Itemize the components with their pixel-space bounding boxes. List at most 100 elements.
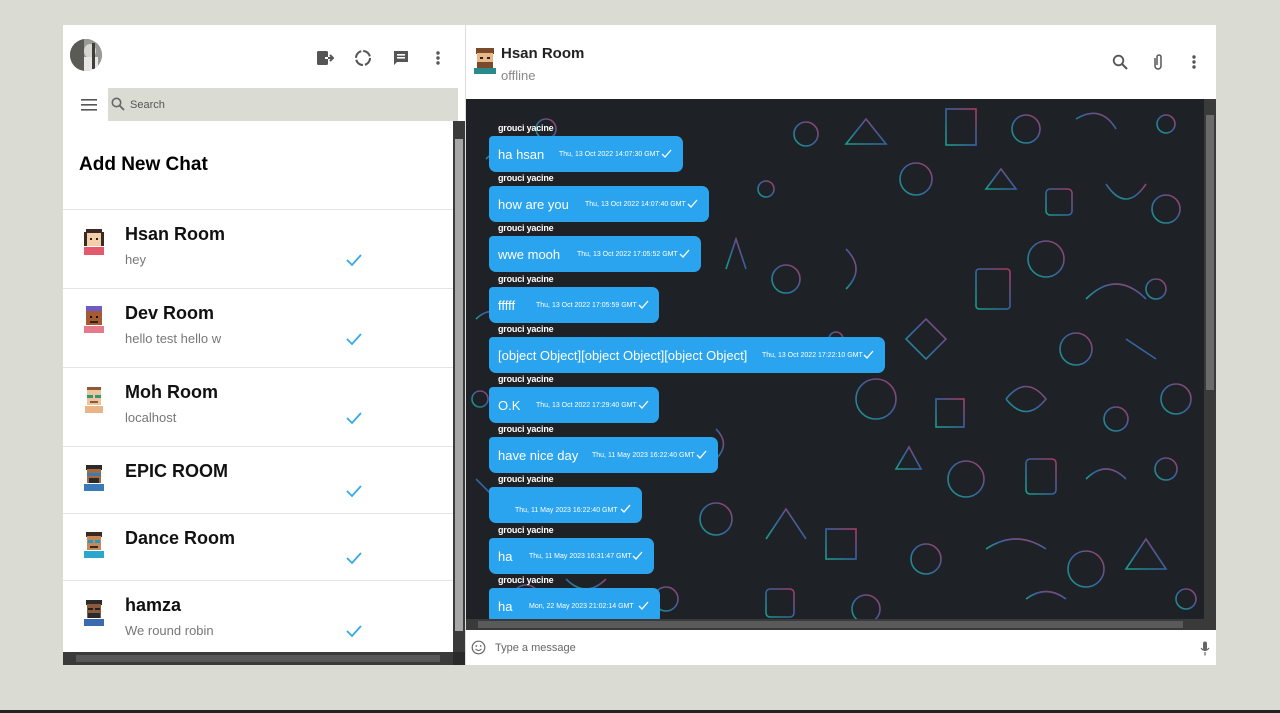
chat-item-moh-room[interactable]: Moh Room localhost <box>63 368 453 447</box>
message-bubble[interactable]: grouci yacine how are you Thu, 13 Oct 20… <box>489 173 709 222</box>
check-icon <box>346 625 362 638</box>
message-bubble[interactable]: grouci yacine Thu, 11 May 2023 16:22:40 … <box>489 474 642 523</box>
message-bubble[interactable]: grouci yacine ha hsan Thu, 13 Oct 2022 1… <box>489 123 683 172</box>
chat-item-dev-room[interactable]: Dev Room hello test hello w <box>63 289 453 368</box>
chat-body: grouci yacine ha hsan Thu, 13 Oct 2022 1… <box>466 99 1204 630</box>
chat-name: Dance Room <box>125 528 236 548</box>
message-time: Thu, 13 Oct 2022 17:22:10 GMT <box>762 352 863 359</box>
message-text: ha <box>498 549 513 564</box>
add-new-chat-button[interactable]: Add New Chat <box>63 121 453 210</box>
message-bubble[interactable]: grouci yacine O.K Thu, 13 Oct 2022 17:29… <box>489 374 659 423</box>
message-list: grouci yacine ha hsan Thu, 13 Oct 2022 1… <box>466 99 1204 630</box>
message-sender: grouci yacine <box>498 374 554 384</box>
user-avatar[interactable] <box>70 39 102 71</box>
message-bubble[interactable]: grouci yacine ha Thu, 11 May 2023 16:31:… <box>489 525 654 574</box>
message-bubble[interactable]: grouci yacine [object Object][object Obj… <box>489 324 885 373</box>
hamburger-menu-icon[interactable] <box>77 95 101 115</box>
chat-last-message: We round robin <box>125 623 214 638</box>
chat-item-hamza[interactable]: hamza We round robin <box>63 581 453 652</box>
message-time: Thu, 13 Oct 2022 14:07:30 GMT <box>559 151 660 158</box>
message-text: [object Object][object Object][object Ob… <box>498 348 748 363</box>
chat-last-message: hello test hello w <box>125 331 222 346</box>
chat-name: Hsan Room <box>125 224 226 244</box>
new-chat-icon[interactable] <box>390 47 412 69</box>
avatar <box>85 387 103 413</box>
message-input[interactable] <box>493 636 1177 660</box>
check-icon <box>346 552 362 565</box>
message-time: Thu, 13 Oct 2022 17:05:52 GMT <box>577 251 678 258</box>
message-text: fffff <box>498 298 516 313</box>
chat-item-dance-room[interactable]: Dance Room <box>63 514 453 581</box>
chat-vertical-scrollbar[interactable] <box>1204 99 1216 630</box>
attach-icon[interactable] <box>1147 51 1169 73</box>
room-name: Hsan Room <box>501 45 585 62</box>
message-bubble[interactable]: grouci yacine have nice day Thu, 11 May … <box>489 424 718 473</box>
message-text: have nice day <box>498 448 579 463</box>
sidebar: Add New Chat Hsan Room hey <box>63 25 466 665</box>
message-time: Thu, 13 Oct 2022 14:07:40 GMT <box>585 201 686 208</box>
avatar <box>84 600 104 626</box>
message-text: ha <box>498 599 513 614</box>
check-icon <box>638 300 649 309</box>
more-vert-icon[interactable] <box>427 47 449 69</box>
search-box <box>108 88 458 121</box>
status-icon[interactable] <box>352 47 374 69</box>
chat-name: EPIC ROOM <box>125 461 229 481</box>
message-sender: grouci yacine <box>498 474 554 484</box>
emoji-icon[interactable] <box>471 640 486 655</box>
chat-item-epic-room[interactable]: EPIC ROOM <box>63 447 453 514</box>
check-icon <box>696 450 707 459</box>
check-icon <box>687 199 698 208</box>
search-icon <box>111 97 125 111</box>
message-time: Thu, 13 Oct 2022 17:29:40 GMT <box>536 402 637 409</box>
message-text: how are you <box>498 197 569 212</box>
check-icon <box>346 333 362 346</box>
logout-icon[interactable] <box>314 47 336 69</box>
check-icon <box>632 551 643 560</box>
chat-horizontal-scrollbar[interactable] <box>466 619 1204 630</box>
avatar <box>84 306 104 333</box>
message-sender: grouci yacine <box>498 324 554 334</box>
message-text: wwe mooh <box>498 247 561 262</box>
message-time: Thu, 11 May 2023 16:22:40 GMT <box>592 452 695 459</box>
message-sender: grouci yacine <box>498 525 554 535</box>
message-sender: grouci yacine <box>498 173 554 183</box>
search-bar <box>63 88 458 121</box>
message-bubble[interactable]: grouci yacine wwe mooh Thu, 13 Oct 2022 … <box>489 223 701 272</box>
sidebar-header <box>63 25 465 88</box>
avatar <box>84 229 104 255</box>
check-icon <box>620 504 631 513</box>
check-icon <box>346 412 362 425</box>
chat-last-message: localhost <box>125 410 177 425</box>
sidebar-horizontal-scrollbar[interactable] <box>63 652 453 665</box>
message-sender: grouci yacine <box>498 575 554 585</box>
chat-name: Moh Room <box>125 382 218 402</box>
chat-last-message: hey <box>125 252 146 267</box>
room-avatar[interactable] <box>470 45 500 75</box>
check-icon <box>679 249 690 258</box>
message-sender: grouci yacine <box>498 223 554 233</box>
check-icon <box>661 149 672 158</box>
avatar <box>84 465 104 491</box>
chat-list: Add New Chat Hsan Room hey Dev Room hell… <box>63 121 453 652</box>
message-bubble[interactable]: grouci yacine fffff Thu, 13 Oct 2022 17:… <box>489 274 659 323</box>
message-time: Thu, 11 May 2023 16:22:40 GMT <box>515 507 618 514</box>
search-input[interactable] <box>128 95 452 115</box>
message-sender: grouci yacine <box>498 424 554 434</box>
chat-item-hsan-room[interactable]: Hsan Room hey <box>63 210 453 289</box>
sidebar-vertical-scrollbar[interactable] <box>453 121 465 652</box>
message-sender: grouci yacine <box>498 123 554 133</box>
message-text: ha hsan <box>498 147 545 162</box>
mic-icon[interactable] <box>1200 641 1210 656</box>
search-icon[interactable] <box>1109 51 1131 73</box>
message-time: Thu, 13 Oct 2022 17:05:59 GMT <box>536 302 637 309</box>
check-icon <box>863 350 874 359</box>
check-icon <box>638 400 649 409</box>
chat-pane: Hsan Room offline grouci yacine ha hsan … <box>466 25 1216 665</box>
check-icon <box>346 254 362 267</box>
more-vert-icon[interactable] <box>1183 51 1205 73</box>
check-icon <box>346 485 362 498</box>
message-sender: grouci yacine <box>498 274 554 284</box>
room-status: offline <box>501 68 536 83</box>
scroll-corner <box>453 652 465 665</box>
